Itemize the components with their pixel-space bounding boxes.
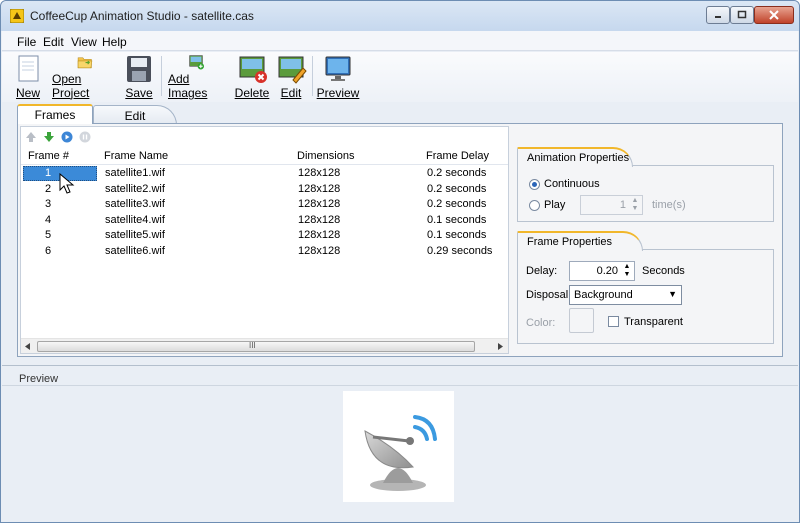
mouse-cursor-icon <box>59 173 75 194</box>
play-count-stepper[interactable]: 1 ▲ ▼ <box>580 195 643 215</box>
maximize-icon <box>737 10 747 19</box>
move-down-icon[interactable] <box>43 131 55 143</box>
move-up-icon[interactable] <box>25 131 37 143</box>
preview-label: Preview <box>19 373 59 385</box>
menu-bar: File Edit View Help <box>2 31 798 51</box>
transparent-label: Transparent <box>624 316 683 328</box>
stepper-arrows-icon[interactable]: ▲ ▼ <box>630 197 640 213</box>
table-row[interactable]: 2 satellite2.wif 128x128 0.2 seconds <box>21 182 508 198</box>
pause-icon[interactable] <box>79 131 91 143</box>
delete-image-icon <box>239 56 267 83</box>
table-row[interactable]: 1 satellite1.wif 128x128 0.2 seconds <box>21 166 508 182</box>
disposal-label: Disposal: <box>526 289 572 301</box>
scrollbar-thumb[interactable]: III <box>37 341 475 352</box>
column-dimensions[interactable]: Dimensions <box>297 150 354 162</box>
preview-canvas <box>343 391 454 502</box>
table-row[interactable]: 3 satellite3.wif 128x128 0.2 seconds <box>21 197 508 213</box>
minimize-icon <box>715 16 721 18</box>
scroll-right-icon[interactable] <box>497 343 503 350</box>
table-row[interactable]: 4 satellite4.wif 128x128 0.1 seconds <box>21 213 508 229</box>
scrollbar-grip: III <box>249 341 256 350</box>
title-bar: CoffeeCup Animation Studio - satellite.c… <box>1 1 799 31</box>
frames-list: Frame # Frame Name Dimensions Frame Dela… <box>20 126 509 354</box>
add-images-button[interactable]: Add Images <box>168 54 224 100</box>
table-row[interactable]: 5 satellite5.wif 128x128 0.1 seconds <box>21 228 508 244</box>
minimize-button[interactable] <box>706 6 730 24</box>
transparent-checkbox[interactable] <box>608 316 619 327</box>
window-title: CoffeeCup Animation Studio - satellite.c… <box>30 9 254 23</box>
delete-button[interactable]: Delete <box>235 54 269 100</box>
animation-properties-title: Animation Properties <box>517 147 633 167</box>
animation-properties-group <box>517 165 774 222</box>
save-button[interactable]: Save <box>124 54 154 100</box>
times-label: time(s) <box>652 199 686 211</box>
frame-properties-title: Frame Properties <box>517 231 643 251</box>
open-project-button[interactable]: Open Project <box>52 54 118 100</box>
play-label: Play <box>544 199 566 211</box>
menu-help[interactable]: Help <box>102 35 127 49</box>
open-folder-icon <box>77 57 93 69</box>
delay-label: Delay: <box>526 265 558 277</box>
delay-stepper[interactable]: 0.20 ▲ ▼ <box>569 261 635 281</box>
tab-edit[interactable]: Edit <box>93 105 177 125</box>
column-frame-delay[interactable]: Frame Delay <box>426 150 489 162</box>
monitor-icon <box>325 56 351 81</box>
toolbar-separator <box>312 56 313 96</box>
menu-view[interactable]: View <box>71 35 97 49</box>
list-toolbar <box>25 131 91 145</box>
color-swatch[interactable] <box>569 308 594 333</box>
list-header: Frame # Frame Name Dimensions Frame Dela… <box>21 148 508 165</box>
close-button[interactable] <box>754 6 794 24</box>
horizontal-scrollbar[interactable]: III <box>21 338 508 353</box>
continuous-radio[interactable] <box>529 179 540 190</box>
app-window: CoffeeCup Animation Studio - satellite.c… <box>0 0 800 523</box>
table-row[interactable]: 6 satellite6.wif 128x128 0.29 seconds <box>21 244 508 260</box>
column-frame-name[interactable]: Frame Name <box>104 150 168 162</box>
column-frame-number[interactable]: Frame # <box>28 150 69 162</box>
disposal-select[interactable]: Background ▼ <box>569 285 682 305</box>
satellite-dish-icon <box>364 415 437 491</box>
panel-divider[interactable] <box>2 365 798 366</box>
play-icon[interactable] <box>61 131 73 143</box>
chevron-down-icon: ▼ <box>668 289 677 299</box>
save-disk-icon <box>127 56 151 82</box>
play-radio[interactable] <box>529 200 540 211</box>
color-label: Color: <box>526 317 556 329</box>
close-icon <box>769 10 779 20</box>
tab-frames[interactable]: Frames <box>17 104 93 124</box>
menu-file[interactable]: File <box>17 35 36 49</box>
scroll-left-icon[interactable] <box>25 343 31 350</box>
new-button[interactable]: New <box>13 54 43 100</box>
preview-button[interactable]: Preview <box>317 54 359 100</box>
toolbar-separator <box>161 56 162 96</box>
edit-image-icon <box>278 56 307 84</box>
app-logo-icon <box>10 9 24 23</box>
menu-edit[interactable]: Edit <box>43 35 64 49</box>
preview-separator <box>2 385 798 386</box>
seconds-label: Seconds <box>642 265 685 277</box>
maximize-button[interactable] <box>730 6 754 24</box>
edit-button[interactable]: Edit <box>276 54 307 100</box>
toolbar: New Open Project Save Add Images Delete … <box>2 52 798 102</box>
stepper-arrows-icon[interactable]: ▲ ▼ <box>622 263 632 279</box>
new-document-icon <box>18 55 39 82</box>
continuous-label: Continuous <box>544 178 600 190</box>
add-image-icon <box>189 55 204 70</box>
